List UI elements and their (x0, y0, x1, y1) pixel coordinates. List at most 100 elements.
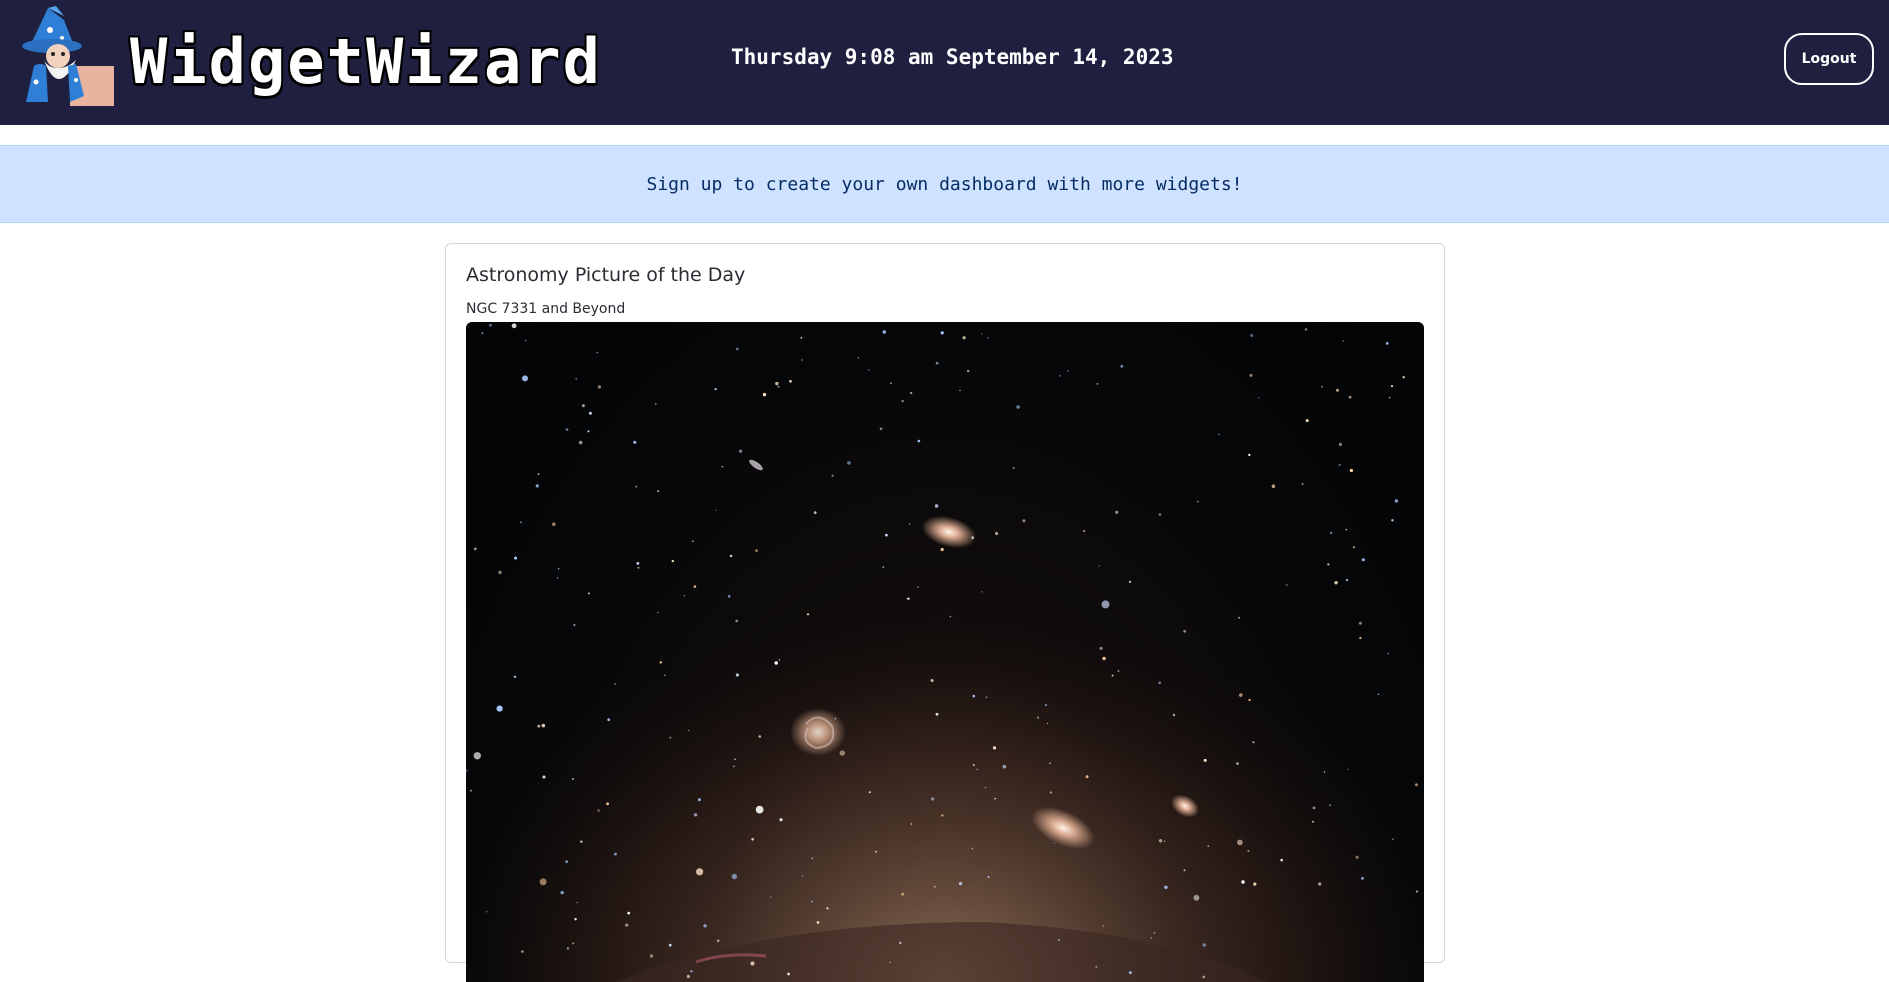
star (940, 547, 944, 552)
star (1066, 370, 1069, 372)
star (637, 566, 640, 569)
star (1095, 965, 1098, 968)
star (801, 875, 804, 877)
star (614, 852, 617, 856)
star (1172, 713, 1176, 717)
star (698, 798, 701, 802)
star (1115, 510, 1119, 514)
star (571, 777, 574, 780)
star (1349, 468, 1353, 473)
star (1345, 528, 1348, 531)
star (485, 910, 488, 913)
star (668, 943, 672, 947)
star (811, 857, 813, 859)
star (992, 746, 997, 750)
apod-image[interactable] (466, 322, 1424, 982)
star (949, 615, 952, 618)
star (565, 860, 568, 864)
star (775, 381, 779, 386)
star (1248, 453, 1251, 457)
star (800, 336, 803, 339)
star (1321, 385, 1323, 388)
star (882, 330, 886, 334)
star (735, 619, 738, 623)
star (1286, 584, 1288, 586)
star (885, 533, 888, 537)
star (1392, 838, 1394, 840)
star (703, 924, 707, 928)
star (972, 694, 976, 698)
star (1083, 530, 1086, 532)
star (655, 403, 657, 405)
star (693, 585, 697, 588)
star (566, 947, 569, 950)
star (971, 536, 974, 540)
star (498, 570, 502, 575)
star (1247, 849, 1250, 852)
star (1046, 722, 1049, 724)
star (1318, 882, 1322, 886)
star (868, 791, 871, 794)
star (1304, 328, 1308, 331)
star (899, 941, 902, 945)
wizard-mascot-icon[interactable] (18, 6, 114, 106)
star (1402, 376, 1405, 379)
star (1053, 842, 1055, 844)
star (901, 399, 904, 403)
star (686, 974, 690, 979)
star (1387, 652, 1390, 655)
star (1102, 925, 1104, 927)
star (1117, 670, 1120, 672)
star (1237, 839, 1243, 846)
star (931, 797, 935, 801)
star (522, 375, 528, 382)
star (691, 540, 694, 542)
logout-button[interactable]: Logout (1784, 33, 1874, 85)
star (606, 802, 609, 806)
star (721, 465, 724, 468)
star (1358, 621, 1362, 625)
star (574, 918, 577, 921)
star (715, 509, 717, 511)
star (735, 347, 739, 351)
star (625, 923, 629, 927)
star (940, 331, 944, 335)
star (541, 723, 546, 728)
star (696, 868, 704, 876)
star (1002, 764, 1007, 769)
star (1120, 364, 1124, 368)
star (1241, 880, 1245, 884)
star (514, 556, 518, 560)
star (1361, 558, 1365, 562)
star (1329, 804, 1331, 807)
star (1361, 876, 1364, 880)
top-navbar: WidgetWizard Thursday 9:08 am September … (0, 0, 1889, 125)
star (537, 473, 540, 475)
star (758, 735, 762, 738)
star (556, 577, 559, 579)
star (910, 823, 913, 825)
star (627, 911, 631, 915)
star (976, 768, 978, 771)
star (657, 612, 659, 614)
star (834, 718, 837, 720)
star (537, 724, 541, 728)
star (1415, 890, 1419, 893)
star (1345, 578, 1349, 582)
star (1096, 382, 1099, 385)
star (879, 427, 883, 431)
star (779, 818, 783, 822)
app-wordmark[interactable]: WidgetWizard (130, 22, 602, 102)
star (733, 765, 735, 768)
star (521, 950, 524, 953)
star (473, 752, 481, 760)
star (806, 613, 810, 616)
star (489, 323, 492, 327)
star (735, 673, 739, 677)
star (1012, 466, 1015, 469)
star (1338, 463, 1341, 466)
star (909, 523, 911, 525)
star (1388, 396, 1391, 399)
signup-banner-text: Sign up to create your own dashboard wit… (646, 173, 1243, 195)
star (778, 659, 781, 661)
